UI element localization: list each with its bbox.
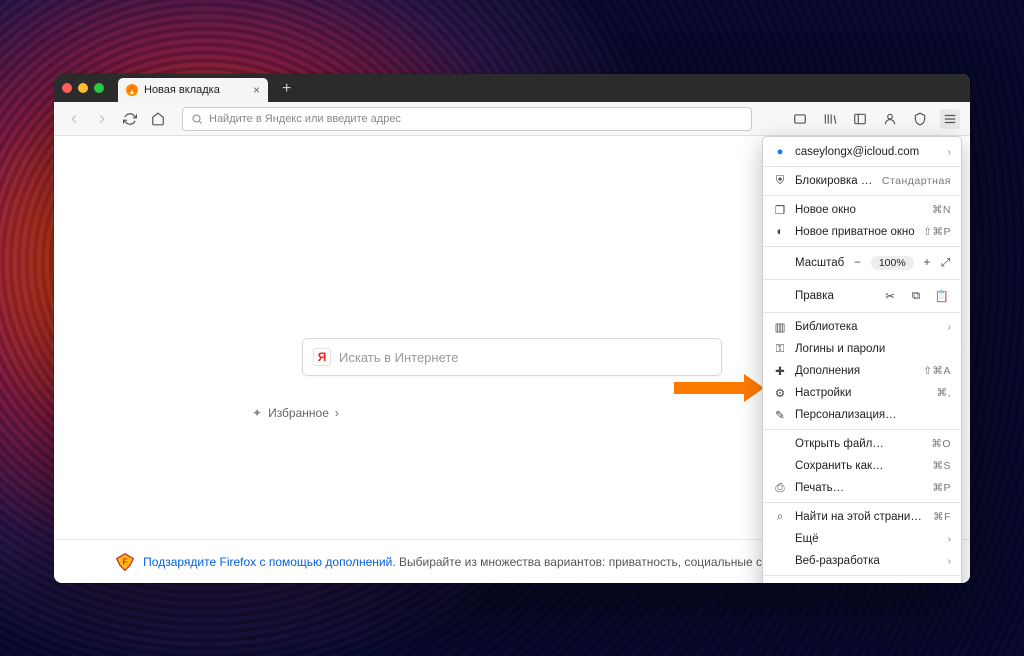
window-minimize-button[interactable] (78, 83, 88, 93)
zoom-out-button[interactable]: − (852, 254, 863, 272)
favorites-label: Избранное (268, 406, 329, 420)
library-icon[interactable] (820, 109, 840, 129)
screenshot-icon[interactable] (790, 109, 810, 129)
menu-more[interactable]: Ещё › (763, 528, 961, 550)
window-close-button[interactable] (62, 83, 72, 93)
menu-new-private-window[interactable]: ◐ Новое приватное окно ⇧⌘P (763, 221, 961, 243)
menu-webdev[interactable]: Веб-разработка › (763, 550, 961, 572)
search-icon (191, 113, 203, 125)
menu-new-window[interactable]: ❐ Новое окно ⌘N (763, 199, 961, 221)
menu-account[interactable]: ● caseylongx@icloud.com › (763, 141, 961, 163)
key-icon: ⚿ (773, 343, 787, 356)
edit-label: Правка (773, 290, 873, 302)
center-search-placeholder: Искать в Интернете (339, 350, 458, 365)
zoom-in-button[interactable]: + (922, 254, 933, 272)
hamburger-menu: ● caseylongx@icloud.com › ⛨ Блокировка с… (762, 136, 962, 583)
tab-bar: 🔥 Новая вкладка × + (54, 74, 970, 102)
separator (763, 246, 961, 247)
forward-button[interactable] (92, 109, 112, 129)
menu-print[interactable]: ⎙ Печать… ⌘P (763, 477, 961, 499)
separator (763, 312, 961, 313)
chevron-right-icon: › (948, 556, 951, 567)
menu-find[interactable]: ⌕ Найти на этой странице… ⌘F (763, 506, 961, 528)
menu-library[interactable]: ▥ Библиотека › (763, 316, 961, 338)
address-bar[interactable]: Найдите в Яндекс или введите адрес (182, 107, 752, 131)
menu-save-as[interactable]: Сохранить как… ⌘S (763, 455, 961, 477)
window-icon: ❐ (773, 203, 787, 217)
search-icon: ⌕ (773, 511, 787, 524)
chevron-right-icon: › (335, 406, 339, 420)
firefox-icon: 🔥 (126, 84, 138, 96)
separator (763, 502, 961, 503)
chevron-right-icon: › (948, 147, 951, 158)
star-icon: ✦ (252, 406, 262, 420)
account-icon: ● (773, 146, 787, 158)
menu-open-file[interactable]: Открыть файл… ⌘O (763, 433, 961, 455)
chevron-right-icon: › (948, 322, 951, 333)
svg-text:F: F (123, 556, 128, 566)
toolbar-right-icons (790, 109, 960, 129)
instruction-arrow (674, 374, 764, 402)
toolbar: Найдите в Яндекс или введите адрес (54, 102, 970, 136)
favorites-section[interactable]: ✦ Избранное › (252, 406, 339, 420)
new-tab-button[interactable]: + (282, 80, 291, 98)
sidebar-icon[interactable] (850, 109, 870, 129)
zoom-label: Масштаб (773, 257, 844, 269)
tab-title: Новая вкладка (144, 84, 220, 96)
print-icon: ⎙ (773, 482, 787, 495)
shield-icon: ⛨ (773, 175, 787, 188)
menu-zoom-row: Масштаб − 100% + ⤢ (763, 250, 961, 276)
menu-customize[interactable]: ✎ Персонализация… (763, 404, 961, 426)
tab-active[interactable]: 🔥 Новая вкладка × (118, 78, 268, 102)
copy-button[interactable]: ⧉ (907, 287, 925, 305)
mask-icon: ◐ (773, 226, 787, 238)
home-button[interactable] (148, 109, 168, 129)
puzzle-icon: ✚ (773, 364, 787, 378)
zoom-value: 100% (871, 256, 914, 270)
tab-close-button[interactable]: × (253, 83, 260, 97)
chevron-right-icon: › (948, 534, 951, 545)
separator (763, 166, 961, 167)
yandex-icon: Я (313, 348, 331, 366)
menu-logins[interactable]: ⚿ Логины и пароли (763, 338, 961, 360)
menu-content-blocking[interactable]: ⛨ Блокировка содержимого Стандартная (763, 170, 961, 192)
account-icon[interactable] (880, 109, 900, 129)
browser-window: 🔥 Новая вкладка × + Найдите в Яндекс или… (54, 74, 970, 583)
center-search-box[interactable]: Я Искать в Интернете (302, 338, 722, 376)
brush-icon: ✎ (773, 408, 787, 422)
menu-settings[interactable]: ⚙ Настройки ⌘, (763, 382, 961, 404)
window-controls (62, 83, 104, 93)
back-button[interactable] (64, 109, 84, 129)
reload-button[interactable] (120, 109, 140, 129)
cut-button[interactable]: ✂ (881, 287, 899, 305)
shield-icon[interactable] (910, 109, 930, 129)
menu-addons[interactable]: ✚ Дополнения ⇧⌘A (763, 360, 961, 382)
separator (763, 429, 961, 430)
separator (763, 279, 961, 280)
menu-help[interactable]: ? Справка › (763, 579, 961, 583)
library-icon: ▥ (773, 320, 787, 334)
paste-button[interactable]: 📋 (933, 287, 951, 305)
hamburger-menu-button[interactable] (940, 109, 960, 129)
address-bar-placeholder: Найдите в Яндекс или введите адрес (209, 113, 401, 125)
superman-icon: F (115, 552, 135, 572)
window-zoom-button[interactable] (94, 83, 104, 93)
fullscreen-button[interactable]: ⤢ (940, 254, 951, 272)
separator (763, 195, 961, 196)
separator (763, 575, 961, 576)
footer-link[interactable]: Подзарядите Firefox с помощью дополнений… (143, 555, 395, 569)
menu-edit-row: Правка ✂ ⧉ 📋 (763, 283, 961, 309)
gear-icon: ⚙ (773, 386, 787, 400)
